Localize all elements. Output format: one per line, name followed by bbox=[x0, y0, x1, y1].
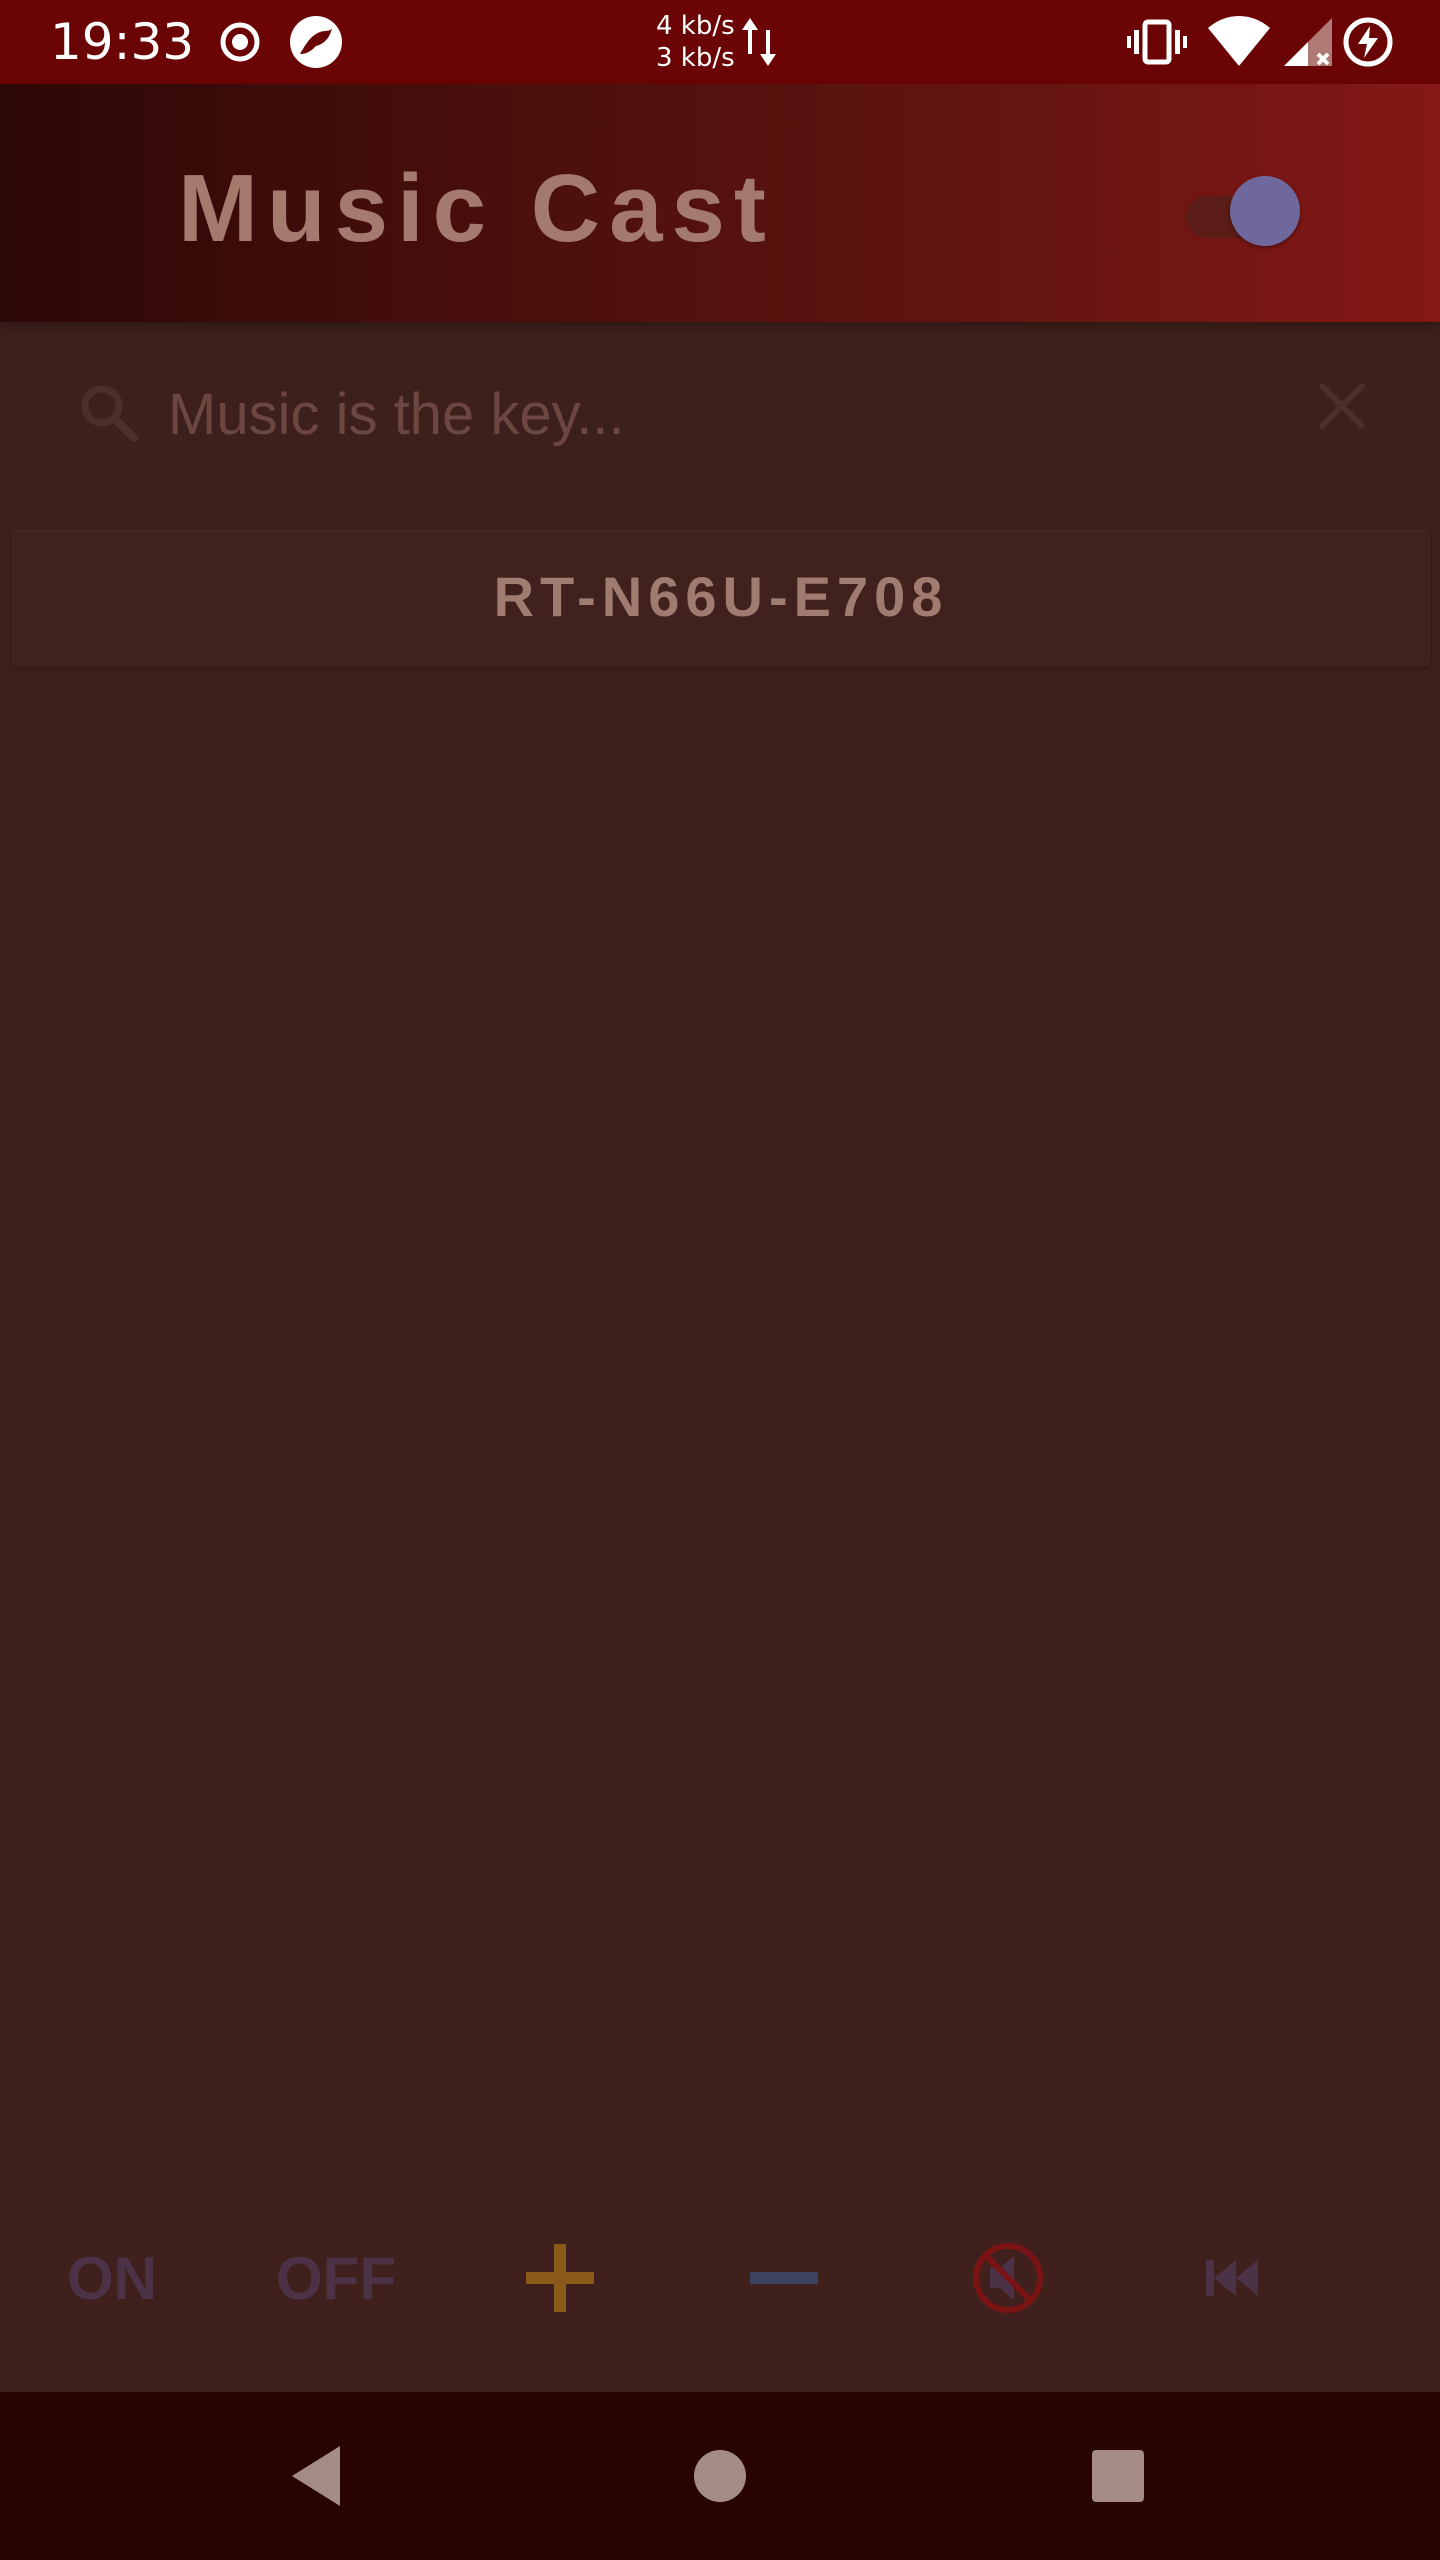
search-input[interactable] bbox=[166, 368, 1270, 460]
vibrate-icon bbox=[1127, 19, 1187, 65]
search-icon bbox=[81, 385, 138, 442]
app-bar: Music Cast bbox=[0, 84, 1440, 322]
cast-toggle[interactable] bbox=[1180, 168, 1304, 248]
volume-up-button[interactable] bbox=[458, 2210, 662, 2346]
mute-button[interactable] bbox=[906, 2210, 1110, 2346]
play-icon bbox=[1416, 2238, 1440, 2318]
play-button[interactable] bbox=[1354, 2210, 1440, 2346]
mute-icon bbox=[973, 2243, 1043, 2313]
on-button[interactable]: ON bbox=[10, 2210, 214, 2346]
off-button[interactable]: OFF bbox=[234, 2210, 438, 2346]
wifi-icon bbox=[1208, 16, 1270, 66]
net-up-text: 4 kb/s bbox=[656, 11, 735, 41]
battery-saver-icon bbox=[1343, 17, 1393, 67]
volume-down-button[interactable] bbox=[682, 2210, 886, 2346]
control-bar: ON OFF bbox=[0, 2210, 1440, 2350]
recents-icon[interactable] bbox=[1076, 2434, 1160, 2518]
previous-button[interactable] bbox=[1130, 2210, 1334, 2346]
search-bar bbox=[0, 322, 1440, 502]
app-bird-icon bbox=[290, 16, 342, 68]
status-bar: 19:33 4 kb/s 3 kb/s bbox=[0, 0, 1440, 84]
navigation-bar bbox=[0, 2392, 1440, 2560]
device-name: RT-N66U-E708 bbox=[493, 565, 949, 628]
off-label: OFF bbox=[276, 2244, 396, 2312]
minus-icon bbox=[750, 2272, 818, 2284]
rewind-icon bbox=[1206, 2260, 1258, 2296]
close-icon[interactable] bbox=[1310, 374, 1374, 438]
plus-icon bbox=[526, 2244, 594, 2312]
network-speed: 4 kb/s 3 kb/s bbox=[656, 10, 735, 74]
clock: 19:33 bbox=[50, 13, 195, 71]
net-down-text: 3 kb/s bbox=[656, 43, 735, 73]
signal-icon bbox=[1284, 18, 1332, 66]
toggle-thumb bbox=[1230, 176, 1300, 246]
back-icon[interactable] bbox=[278, 2434, 362, 2518]
data-arrows-icon bbox=[742, 18, 776, 66]
app-title: Music Cast bbox=[178, 155, 775, 262]
home-icon[interactable] bbox=[678, 2434, 762, 2518]
on-label: ON bbox=[67, 2244, 157, 2312]
record-icon bbox=[220, 22, 260, 62]
device-list-item[interactable]: RT-N66U-E708 bbox=[12, 530, 1430, 666]
